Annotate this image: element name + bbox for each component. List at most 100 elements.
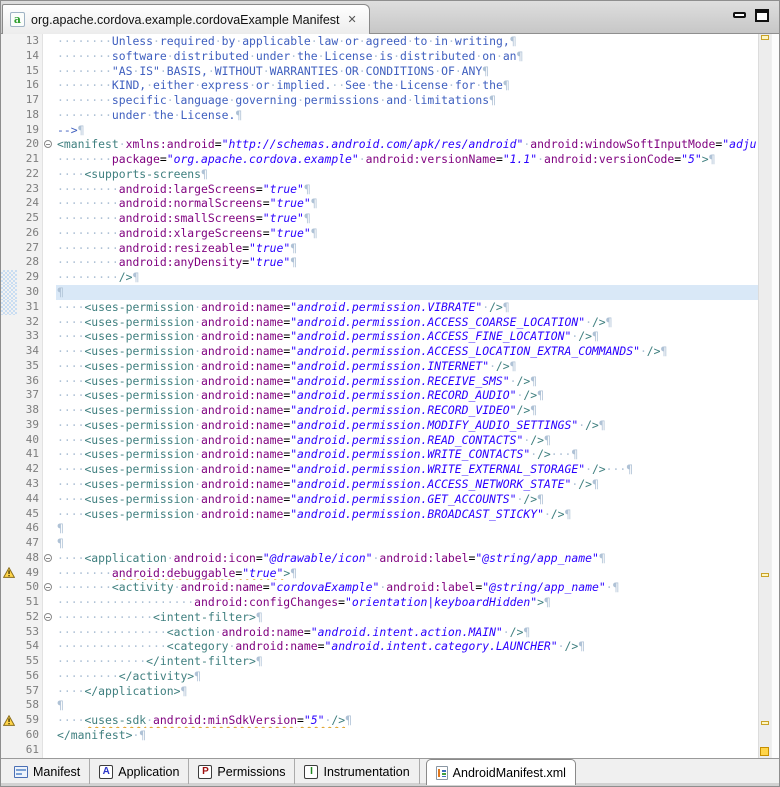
code-line-text[interactable]: ····<uses-permission·android:name="andro… <box>56 403 758 418</box>
code-line-text[interactable]: ····<uses-sdk·android:minSdkVersion="5"·… <box>56 713 758 728</box>
code-segment: · <box>215 34 222 48</box>
code-line-text[interactable]: ·········android:resizeable="true"¶ <box>56 241 758 256</box>
code-line: 13········Unless·required·by·applicable·… <box>1 34 758 49</box>
code-line-text[interactable]: ····<uses-permission·android:name="andro… <box>56 418 758 433</box>
code-line-text[interactable]: ····<uses-permission·android:name="andro… <box>56 315 758 330</box>
code-segment: required <box>160 34 215 48</box>
line-number: 57 <box>17 684 43 699</box>
code-line: 50········<activity·android:name="cordov… <box>1 580 758 595</box>
code-line-text[interactable]: ················<action·android:name="an… <box>56 625 758 640</box>
code-line-text[interactable]: ····<uses-permission·android:name="andro… <box>56 477 758 492</box>
warning-icon[interactable] <box>3 715 15 726</box>
code-line-text[interactable]: ¶ <box>56 285 758 300</box>
code-line-text[interactable]: ··············<intent-filter>¶ <box>56 610 758 625</box>
overview-ruler[interactable] <box>758 34 771 758</box>
tab-instrumentation[interactable]: I Instrumentation <box>295 759 419 784</box>
code-segment: · <box>167 551 174 565</box>
code-line-text[interactable]: ················<category·android:name="… <box>56 639 758 654</box>
code-line-text[interactable]: ·········android:largeScreens="true"¶ <box>56 182 758 197</box>
code-line-text[interactable]: ·········android:xlargeScreens="true"¶ <box>56 226 758 241</box>
line-number: 17 <box>17 93 43 108</box>
line-number: 35 <box>17 359 43 374</box>
code-line-text[interactable]: ·········android:normalScreens="true"¶ <box>56 196 758 211</box>
tab-androidmanifest-xml[interactable]: AndroidManifest.xml <box>426 759 576 785</box>
code-segment: · <box>263 64 270 78</box>
code-line-text[interactable]: ········<activity·android:name="cordovaE… <box>56 580 758 595</box>
code-line-text[interactable]: ····<uses-permission·android:name="andro… <box>56 329 758 344</box>
code-segment: <uses-permission <box>84 344 194 358</box>
code-segment: · <box>146 108 153 122</box>
code-line-text[interactable]: ····<uses-permission·android:name="andro… <box>56 447 758 462</box>
annotation-ruler-cell[interactable] <box>1 713 17 728</box>
code-line-text[interactable]: </manifest>·¶ <box>56 728 758 743</box>
code-segment: ········· <box>57 226 119 240</box>
code-segment: · <box>167 93 174 107</box>
code-line-text[interactable]: ·········/>¶ <box>56 270 758 285</box>
code-line-text[interactable]: ········software·distributed·under·the·L… <box>56 49 758 64</box>
code-line-text[interactable]: ····<uses-permission·android:name="andro… <box>56 374 758 389</box>
line-number: 19 <box>17 123 43 138</box>
minimize-icon[interactable] <box>733 12 746 18</box>
code-line-text[interactable]: ¶ <box>56 698 758 713</box>
code-line-text[interactable]: ········android:debuggable="true">¶ <box>56 566 758 581</box>
code-line-text[interactable]: ····<application·android:icon="@drawable… <box>56 551 758 566</box>
code-line-text[interactable]: ········"AS·IS"·BASIS,·WITHOUT·WARRANTIE… <box>56 64 758 79</box>
code-line-text[interactable]: ····<uses-permission·android:name="andro… <box>56 300 758 315</box>
code-segment: "android.permission.RECEIVE_SMS" <box>290 374 509 388</box>
code-line-text[interactable]: ·········</activity>¶ <box>56 669 758 684</box>
code-line-text[interactable]: ····<uses-permission·android:name="andro… <box>56 462 758 477</box>
pilcrow-mark: ¶ <box>523 625 530 639</box>
code-line-text[interactable]: ····<uses-permission·android:name="andro… <box>56 344 758 359</box>
collapse-icon[interactable] <box>44 583 52 591</box>
code-line: 45····<uses-permission·android:name="and… <box>1 507 758 522</box>
editor-tab-manifest[interactable]: a org.apache.cordova.example.cordovaExam… <box>2 4 370 34</box>
collapse-icon[interactable] <box>44 554 52 562</box>
line-number: 38 <box>17 403 43 418</box>
code-line-text[interactable]: ····<uses-permission·android:name="andro… <box>56 492 758 507</box>
tab-manifest[interactable]: Manifest <box>5 759 90 784</box>
code-segment: ···· <box>57 315 84 329</box>
code-segment: android:xlargeScreens <box>119 226 263 240</box>
code-line-text[interactable]: ········KIND,·either·express·or·implied.… <box>56 78 758 93</box>
code-line-text[interactable]: ····<uses-permission·android:name="andro… <box>56 388 758 403</box>
code-line-text[interactable]: ·············</intent-filter>¶ <box>56 654 758 669</box>
application-icon: A <box>99 765 113 779</box>
tab-application[interactable]: A Application <box>90 759 189 784</box>
annotation-ruler-cell[interactable] <box>1 566 17 581</box>
collapse-icon[interactable] <box>44 613 52 621</box>
code-line-text[interactable]: ····<uses-permission·android:name="andro… <box>56 433 758 448</box>
code-line-text[interactable]: ········specific·language·governing·perm… <box>56 93 758 108</box>
warning-icon[interactable] <box>3 567 15 578</box>
code-line-text[interactable]: -->¶ <box>56 123 758 138</box>
code-line-text[interactable]: ¶ <box>56 536 758 551</box>
overview-status-square[interactable] <box>760 747 769 756</box>
tab-permissions[interactable]: P Permissions <box>189 759 295 784</box>
code-line-text[interactable]: ····················android:configChange… <box>56 595 758 610</box>
code-line: 20<manifest·xmlns:android="http://schema… <box>1 137 758 152</box>
overview-warning-marker[interactable] <box>761 721 769 725</box>
code-line-text[interactable]: ········package="org.apache.cordova.exam… <box>56 152 758 167</box>
code-segment: </activity> <box>119 669 194 683</box>
code-segment: on <box>482 49 496 63</box>
maximize-icon[interactable] <box>755 9 769 22</box>
close-icon[interactable]: ✕ <box>346 12 359 27</box>
code-line-text[interactable]: ·········android:anyDensity="true"¶ <box>56 255 758 270</box>
collapse-icon[interactable] <box>44 140 52 148</box>
code-line-text[interactable]: ····<uses-permission·android:name="andro… <box>56 507 758 522</box>
code-line-text[interactable]: ····<uses-permission·android:name="andro… <box>56 359 758 374</box>
code-line-text[interactable]: ·········android:smallScreens="true"¶ <box>56 211 758 226</box>
code-line-text[interactable]: <manifest·xmlns:android="http://schemas.… <box>56 137 758 152</box>
code-segment: ········ <box>57 34 112 48</box>
overview-warning-marker[interactable] <box>761 35 769 40</box>
fold-ruler-cell <box>43 610 56 625</box>
code-line-text[interactable]: ····<supports-screens¶ <box>56 167 758 182</box>
code-line-text[interactable] <box>56 743 758 758</box>
code-segment: /> <box>489 300 503 314</box>
code-editor-area[interactable]: 13········Unless·required·by·applicable·… <box>1 34 758 758</box>
code-line-text[interactable]: ········Unless·required·by·applicable·la… <box>56 34 758 49</box>
code-line-text[interactable]: ¶ <box>56 521 758 536</box>
annotation-ruler-cell <box>1 698 17 713</box>
code-line-text[interactable]: ········under·the·License.¶ <box>56 108 758 123</box>
code-line-text[interactable]: ····</application>¶ <box>56 684 758 699</box>
overview-warning-marker[interactable] <box>761 573 769 577</box>
